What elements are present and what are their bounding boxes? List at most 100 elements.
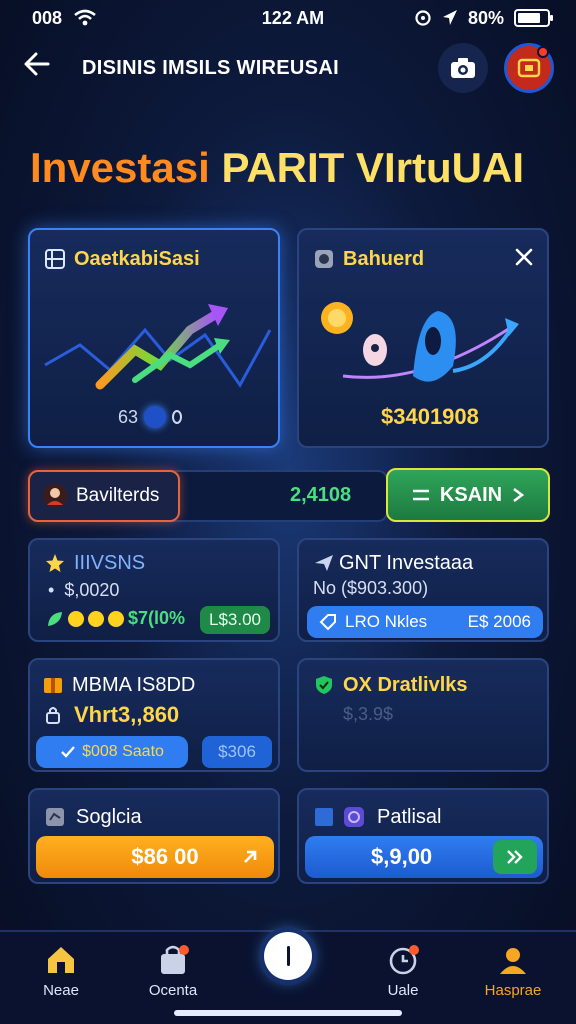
wifi-icon (74, 9, 96, 26)
card-soglcia-title: Soglcia (76, 806, 142, 828)
document-icon (46, 808, 64, 826)
card-gnt-bar-left: LRO Nkles (345, 612, 428, 631)
chevron-right-icon (513, 487, 525, 503)
hero-title: Investasi PARIT VIrtuUAI (30, 144, 524, 192)
square-icon (315, 808, 333, 826)
nav-item-activity[interactable]: Uale (358, 944, 448, 999)
camera-icon (451, 58, 475, 78)
equals-icon (412, 489, 429, 501)
card-chart-title: OaetkabiSasi (74, 248, 200, 270)
card-soglcia-button-label: $86 00 (131, 844, 199, 869)
battery-icon (514, 9, 553, 27)
card-patlisal-title: Patlisal (377, 806, 442, 828)
back-arrow-icon[interactable] (22, 49, 62, 87)
card-chart[interactable]: OaetkabiSasi 63 (28, 228, 280, 448)
coin-box-icon (315, 250, 333, 268)
card-ox-title: OX Dratlivlks (343, 674, 468, 696)
nav-item-home-label: Neae (43, 982, 79, 999)
nav-item-portfolio[interactable]: Ocenta (128, 944, 218, 999)
coin-dot (68, 610, 84, 627)
nav-item-home[interactable]: Neae (16, 944, 106, 999)
double-chevron-icon (507, 850, 523, 864)
shield-icon (316, 676, 332, 694)
send-icon (315, 555, 333, 571)
card-gnt-sub: No ($903.300) (313, 578, 429, 598)
pager-dot-active[interactable] (144, 406, 167, 428)
pager-dot[interactable] (172, 410, 183, 424)
bag-icon (161, 945, 189, 974)
center-action-button[interactable] (264, 932, 312, 980)
bullet-icon: • (48, 580, 55, 600)
card-iiivsns-rate: $7(l0% (128, 608, 186, 628)
card-gnt-investaaa[interactable]: GNT Investaaa No ($903.300) LRO Nkles E$… (297, 538, 549, 642)
summary-badge-button[interactable]: Bavilterds (28, 470, 180, 522)
status-bar: 008 122 AM 80% (0, 0, 576, 36)
wallet-icon (517, 58, 541, 78)
card-featured-title: Bahuerd (343, 248, 425, 270)
card-ox-dratlivlks[interactable]: OX Dratlivlks $,3.9$ (297, 658, 549, 772)
card-featured[interactable]: Bahuerd $3401908 (297, 228, 549, 448)
card-soglcia-button[interactable]: $86 00 (36, 836, 274, 878)
card-ox-sub: $,3.9$ (343, 704, 394, 724)
box-icon (44, 678, 62, 693)
tag-icon (319, 614, 336, 631)
arrow-right-icon (244, 850, 257, 863)
nav-item-portfolio-label: Ocenta (148, 982, 198, 999)
center-action-icon (286, 946, 290, 966)
card-mbma-btn2[interactable]: $306 (202, 736, 272, 768)
ksain-button-label: KSAIN (439, 483, 503, 506)
page-title: DISINIS IMSILS WIREUSAI (82, 56, 339, 79)
card-mbma[interactable]: MBMA IS8DD Vhrt3,,860 $008 Saato $306 (28, 658, 280, 772)
card-iiivsns-sub: • $,0020 (48, 580, 119, 601)
double-chevron-button[interactable] (493, 840, 537, 874)
status-time: 122 AM (261, 7, 325, 28)
close-icon[interactable] (515, 248, 533, 266)
card-iiivsns[interactable]: IIIVSNS • $,0020 $7(l0% L$3.00 (28, 538, 280, 642)
coin-dot (88, 610, 104, 627)
lock-icon (46, 707, 60, 724)
status-left-text: 008 (32, 7, 63, 28)
avatar-icon (43, 484, 67, 508)
card-mbma-btn1[interactable]: $008 Saato (36, 736, 188, 768)
card-featured-amount: $3401908 (381, 404, 479, 429)
grid-icon (45, 249, 65, 269)
check-icon (61, 746, 75, 758)
camera-button[interactable] (438, 43, 488, 93)
card-iiivsns-rate-row: $7(l0% (46, 608, 185, 629)
location-icon (442, 10, 457, 25)
card-patlisal-button[interactable]: $,9,00 (305, 836, 543, 878)
card-patlisal-button-label: $,9,00 (371, 844, 433, 869)
top-app-bar: DISINIS IMSILS WIREUSAI (0, 40, 576, 96)
battery-percent: 80% (467, 7, 504, 28)
circle-icon (344, 807, 364, 827)
ksain-button[interactable]: KSAIN (386, 468, 550, 522)
nav-item-profile-label: Hasprae (484, 982, 542, 999)
card-chart-pager: 63 (118, 406, 183, 428)
trend-chart-graphic (44, 304, 272, 390)
clock-icon (389, 945, 419, 975)
pager-text: 63 (118, 406, 139, 427)
card-gnt-bar-right: E$ 2006 (467, 612, 531, 631)
card-soglcia[interactable]: Soglcia $86 00 (28, 788, 280, 884)
hero-title-part2: PARIT VIrtuUAI (221, 144, 525, 191)
card-patlisal[interactable]: Patlisal $,9,00 (297, 788, 549, 884)
card-gnt-bar[interactable]: LRO Nkles E$ 2006 (307, 606, 543, 638)
card-mbma-value: Vhrt3,,860 (74, 702, 180, 727)
coin-dot (108, 610, 124, 627)
summary-badge-label: Bavilterds (76, 485, 160, 506)
notifications-button[interactable] (504, 43, 554, 93)
card-mbma-btn1-label: $008 Saato (82, 743, 164, 760)
hero-title-part1: Investasi (30, 144, 222, 191)
alarm-icon (415, 10, 431, 26)
home-icon (48, 947, 74, 973)
summary-value: 2,4108 (290, 484, 352, 506)
card-gnt-title: GNT Investaaa (339, 552, 474, 574)
investment-illustration (321, 302, 519, 382)
nav-item-profile[interactable]: Hasprae (468, 944, 558, 999)
card-mbma-title: MBMA IS8DD (72, 674, 196, 696)
notification-dot (537, 46, 549, 58)
profile-icon (500, 948, 526, 974)
home-indicator[interactable] (174, 1010, 402, 1016)
card-iiivsns-title: IIIVSNS (74, 552, 146, 574)
card-iiivsns-badge[interactable]: L$3.00 (200, 606, 270, 634)
